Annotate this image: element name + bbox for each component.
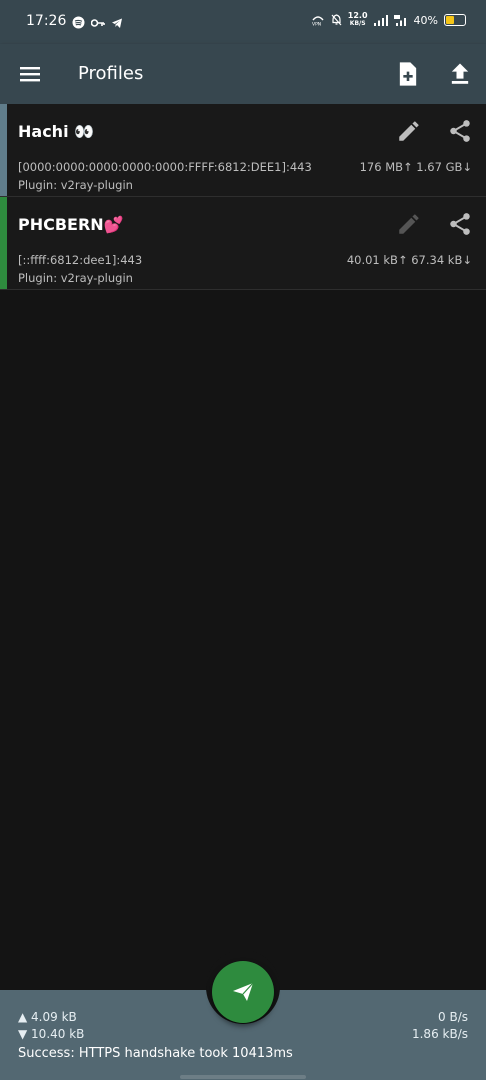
edit-icon[interactable] bbox=[396, 118, 422, 144]
app-toolbar: Profiles bbox=[0, 44, 486, 104]
signal-4g-icon bbox=[393, 14, 406, 26]
paper-plane-icon bbox=[233, 982, 254, 1001]
profile-plugin: Plugin: v2ray-plugin bbox=[18, 178, 133, 192]
share-icon[interactable] bbox=[447, 118, 473, 144]
notification-icons bbox=[72, 16, 123, 29]
profile-name: PHCBERN💕 bbox=[18, 215, 124, 234]
battery-icon bbox=[444, 14, 466, 26]
network-speed-unit: KB/S bbox=[349, 20, 366, 27]
profile-accent-bar bbox=[0, 104, 7, 196]
add-profile-icon[interactable] bbox=[394, 60, 422, 88]
system-status: VPN 12.0 KB/S 40% bbox=[311, 12, 466, 28]
profile-card[interactable]: Hachi 👀 [0000:0000:0000:0000:0000:FFFF:6… bbox=[0, 104, 486, 197]
telegram-icon bbox=[112, 18, 122, 28]
upload-icon[interactable] bbox=[446, 60, 474, 88]
connection-status: Success: HTTPS handshake took 10413ms bbox=[18, 1046, 293, 1061]
share-icon[interactable] bbox=[447, 211, 473, 237]
vpn-icon: VPN bbox=[312, 16, 324, 27]
profile-card[interactable]: PHCBERN💕 [::ffff:6812:dee1]:443 40.01 kB… bbox=[0, 197, 486, 290]
profile-plugin: Plugin: v2ray-plugin bbox=[18, 271, 133, 285]
signal-icon bbox=[373, 14, 388, 26]
profile-name: Hachi 👀 bbox=[18, 122, 95, 141]
silent-bell-icon bbox=[331, 14, 342, 26]
profile-accent-bar bbox=[0, 197, 7, 289]
svg-text:VPN: VPN bbox=[312, 22, 321, 27]
home-indicator[interactable] bbox=[180, 1075, 306, 1079]
spotify-icon bbox=[72, 16, 85, 29]
key-icon bbox=[91, 18, 105, 27]
upload-rate: 0 B/s bbox=[438, 1010, 468, 1024]
network-speed: 12.0 KB/S bbox=[348, 12, 368, 28]
network-speed-value: 12.0 bbox=[347, 11, 368, 20]
profile-traffic: 176 MB↑ 1.67 GB↓ bbox=[359, 160, 472, 174]
connect-button[interactable] bbox=[212, 961, 274, 1023]
profile-traffic: 40.01 kB↑ 67.34 kB↓ bbox=[346, 253, 472, 267]
status-bar: 17:26 VPN 12.0 KB/S 40% bbox=[0, 0, 486, 44]
page-title: Profiles bbox=[78, 63, 144, 84]
download-rate: 1.86 kB/s bbox=[411, 1027, 468, 1041]
profile-address: [0000:0000:0000:0000:0000:FFFF:6812:DEE1… bbox=[18, 160, 312, 174]
profile-address: [::ffff:6812:dee1]:443 bbox=[18, 253, 143, 267]
battery-percent: 40% bbox=[413, 13, 438, 27]
status-time: 17:26 bbox=[26, 13, 67, 29]
menu-icon[interactable] bbox=[18, 62, 42, 86]
download-total: ▼ 10.40 kB bbox=[18, 1027, 85, 1041]
upload-total: ▲ 4.09 kB bbox=[18, 1010, 77, 1024]
edit-icon bbox=[399, 214, 419, 234]
